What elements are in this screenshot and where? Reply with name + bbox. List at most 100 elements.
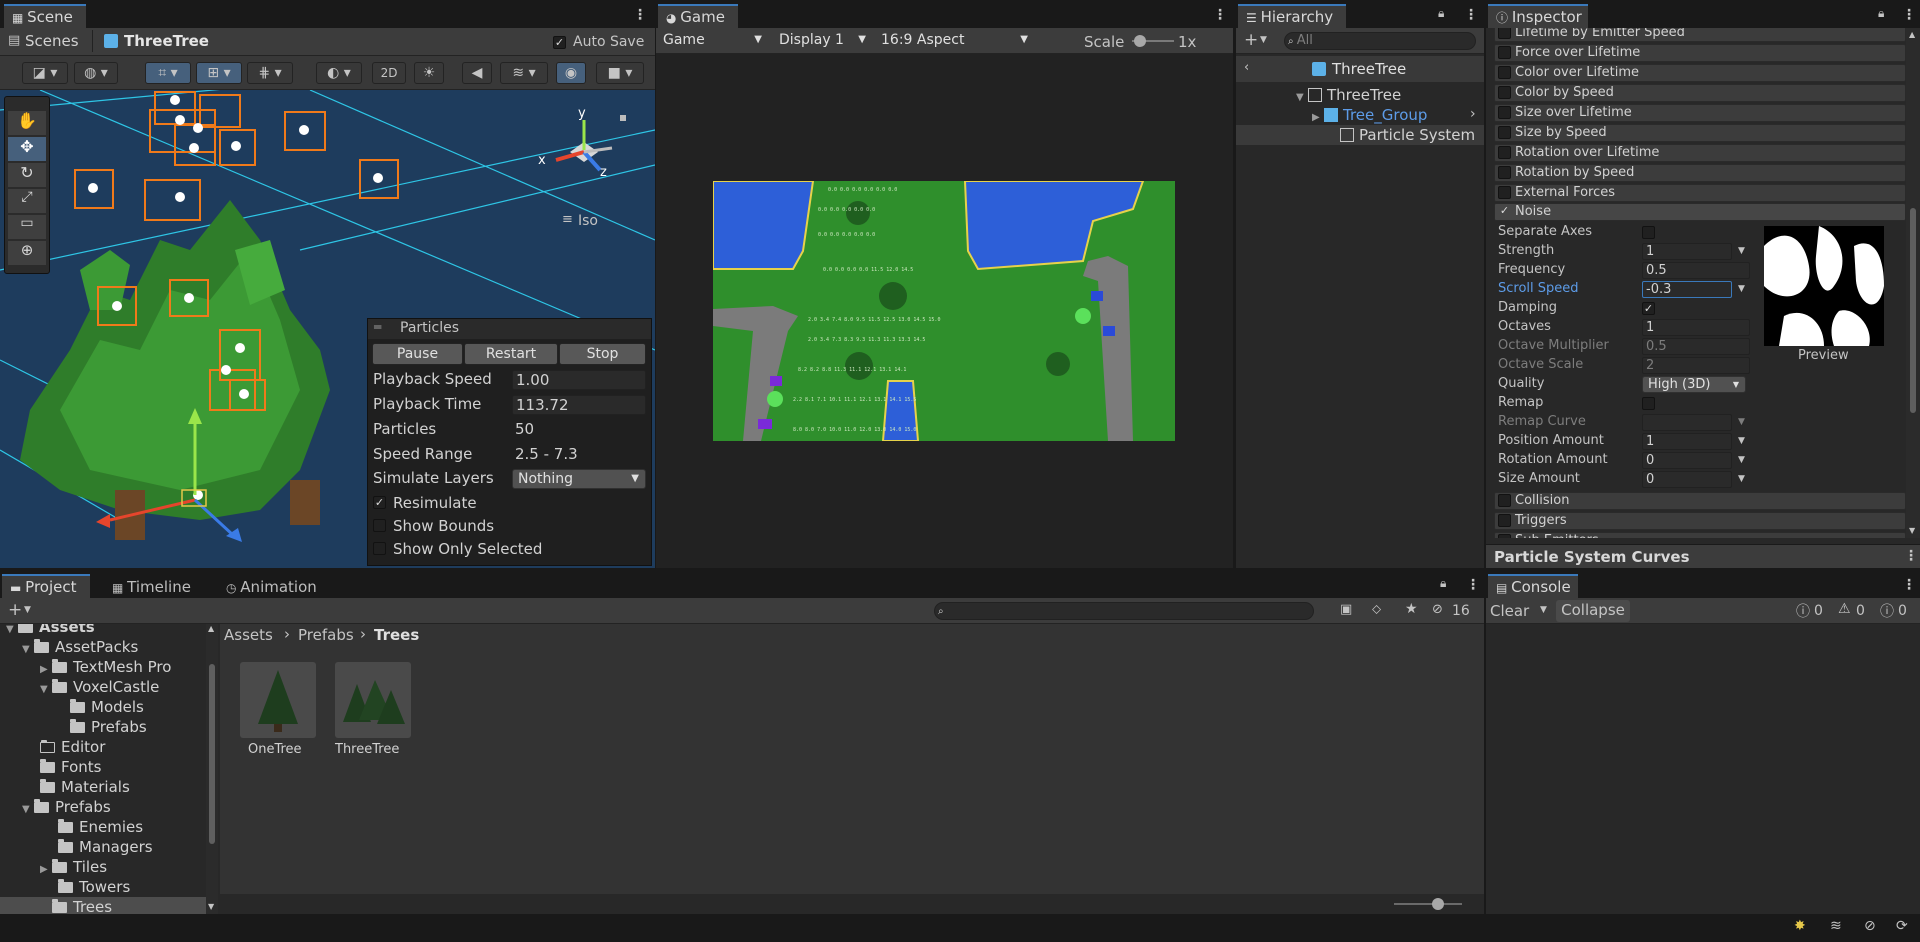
module-checkbox[interactable] bbox=[1498, 166, 1511, 179]
expand-arrow-icon[interactable]: ▶ bbox=[40, 864, 52, 875]
noise-checkbox[interactable]: ✓ bbox=[1498, 205, 1511, 218]
search-by-label-icon[interactable]: ⬦ bbox=[1372, 602, 1381, 617]
curves-menu-icon[interactable]: ⋮ bbox=[1904, 548, 1918, 564]
back-chevron-icon[interactable]: ‹ bbox=[1244, 60, 1249, 75]
scale-slider[interactable] bbox=[1132, 35, 1174, 47]
move-tool-icon[interactable]: ✥ bbox=[8, 137, 46, 161]
console-menu-icon[interactable]: ⋮ bbox=[1902, 577, 1916, 593]
tab-game[interactable]: ◕ Game bbox=[658, 4, 738, 28]
expand-arrow-icon[interactable]: ▼ bbox=[22, 644, 34, 655]
module-row[interactable]: Rotation by Speed bbox=[1494, 164, 1906, 182]
scroll-speed-curve-dropdown-icon[interactable]: ▼ bbox=[1738, 284, 1745, 294]
layers-icon[interactable]: ≋ bbox=[1830, 918, 1842, 934]
folder-trees[interactable]: Trees bbox=[40, 898, 112, 914]
folder-models[interactable]: Models bbox=[70, 698, 144, 716]
show-only-selected-checkbox[interactable] bbox=[373, 542, 386, 555]
tab-scene[interactable]: ▦ Scene bbox=[4, 4, 86, 28]
module-row[interactable]: Sub Emitters bbox=[1494, 532, 1906, 538]
add-icon[interactable]: + bbox=[8, 600, 22, 620]
project-search-input[interactable]: ⌕ bbox=[934, 602, 1314, 620]
tab-console[interactable]: ▤ Console bbox=[1488, 574, 1578, 598]
expand-arrow-icon[interactable]: ▶ bbox=[1312, 112, 1324, 123]
folder-textmesh-pro[interactable]: ▶ TextMesh Pro bbox=[40, 658, 171, 676]
module-checkbox[interactable] bbox=[1498, 126, 1511, 139]
remap-checkbox[interactable] bbox=[1642, 397, 1655, 410]
asset-tile-onetree[interactable]: OneTree bbox=[240, 662, 316, 758]
module-row[interactable]: Color by Speed bbox=[1494, 84, 1906, 102]
module-row[interactable]: Size over Lifetime bbox=[1494, 104, 1906, 122]
thumbnail-size-slider-thumb[interactable] bbox=[1432, 898, 1444, 910]
module-checkbox[interactable] bbox=[1498, 186, 1511, 199]
curves-header[interactable]: Particle System Curves ⋮ bbox=[1486, 544, 1920, 568]
clear-options-arrow-icon[interactable]: ▼ bbox=[1540, 605, 1547, 615]
hierarchy-item-threetree[interactable]: ▼ ThreeTree bbox=[1296, 86, 1401, 104]
rotation-amount-field[interactable]: 0 bbox=[1642, 452, 1732, 469]
scroll-speed-field[interactable]: -0.3 bbox=[1642, 281, 1732, 298]
add-icon[interactable]: + bbox=[1244, 30, 1258, 50]
module-checkbox[interactable] bbox=[1498, 28, 1511, 39]
folder-assetpacks[interactable]: ▼ AssetPacks bbox=[22, 638, 138, 656]
project-menu-icon[interactable]: ⋮ bbox=[1466, 577, 1480, 593]
add-dropdown-arrow-icon[interactable]: ▼ bbox=[1260, 35, 1267, 45]
scene-viewport[interactable]: y x z ≡ Iso ✋ ✥ ↻ ⤢ ▭ ⊕ ═ Particles Paus… bbox=[0, 90, 655, 568]
position-amount-dropdown-icon[interactable]: ▼ bbox=[1738, 436, 1745, 446]
module-noise[interactable]: ✓ Noise bbox=[1494, 203, 1906, 221]
folder-tree-scrollbar[interactable]: ▲ ▼ bbox=[206, 624, 218, 914]
hierarchy-item-particle-system[interactable]: Particle System bbox=[1328, 126, 1475, 144]
stop-button[interactable]: Stop bbox=[559, 343, 646, 365]
module-row[interactable]: Color over Lifetime bbox=[1494, 64, 1906, 82]
folder-voxel-prefabs[interactable]: Prefabs bbox=[70, 718, 147, 736]
iso-label[interactable]: Iso bbox=[578, 213, 598, 229]
asset-tile-threetree[interactable]: ThreeTree bbox=[335, 662, 411, 758]
simulate-layers-dropdown[interactable]: Nothing ▼ bbox=[512, 469, 646, 489]
folder-fonts[interactable]: Fonts bbox=[40, 758, 101, 776]
folder-managers[interactable]: Managers bbox=[58, 838, 153, 856]
rotate-tool-icon[interactable]: ↻ bbox=[8, 163, 46, 187]
lighting-toggle-icon[interactable]: ☀ bbox=[414, 62, 444, 84]
breadcrumb-trees[interactable]: Trees bbox=[374, 626, 419, 644]
module-row[interactable]: Size by Speed bbox=[1494, 124, 1906, 142]
game-mode-dropdown[interactable]: Game ▼ bbox=[658, 30, 768, 52]
octaves-field[interactable]: 1 bbox=[1642, 319, 1750, 336]
snap-toggle[interactable]: ⌗ ▾ bbox=[145, 62, 191, 84]
module-checkbox[interactable] bbox=[1498, 106, 1511, 119]
quality-dropdown[interactable]: High (3D) ▼ bbox=[1642, 376, 1746, 393]
game-menu-icon[interactable]: ⋮ bbox=[1213, 7, 1227, 23]
aspect-dropdown[interactable]: 16:9 Aspect ▼ bbox=[876, 30, 1034, 52]
size-amount-dropdown-icon[interactable]: ▼ bbox=[1738, 474, 1745, 484]
inspector-scrollbar[interactable]: ▲ ▼ bbox=[1906, 28, 1920, 538]
module-checkbox[interactable] bbox=[1498, 494, 1511, 507]
scrollbar-thumb[interactable] bbox=[1910, 208, 1916, 413]
drag-handle-icon[interactable]: ═ bbox=[374, 320, 381, 334]
scrollbar-down-icon[interactable]: ▼ bbox=[208, 902, 214, 911]
thumbnail-size-slider[interactable] bbox=[1394, 898, 1462, 910]
module-checkbox[interactable] bbox=[1498, 514, 1511, 527]
restart-button[interactable]: Restart bbox=[464, 343, 558, 365]
lock-icon[interactable]: 🔒︎ bbox=[1440, 576, 1446, 591]
hierarchy-menu-icon[interactable]: ⋮ bbox=[1464, 7, 1478, 23]
add-dropdown-arrow-icon[interactable]: ▼ bbox=[24, 605, 31, 615]
folder-tiles[interactable]: ▶ Tiles bbox=[40, 858, 107, 876]
effects-dropdown[interactable]: ≋ ▾ bbox=[500, 62, 548, 84]
damping-checkbox[interactable]: ✓ bbox=[1642, 302, 1655, 315]
hand-tool-icon[interactable]: ✋ bbox=[8, 111, 46, 135]
show-bounds-checkbox[interactable] bbox=[373, 519, 386, 532]
resimulate-checkbox[interactable]: ✓ bbox=[373, 496, 386, 509]
scale-slider-thumb[interactable] bbox=[1134, 35, 1146, 47]
module-checkbox[interactable] bbox=[1498, 86, 1511, 99]
expand-arrow-icon[interactable]: ▼ bbox=[22, 804, 34, 815]
toggle-2d-button[interactable]: 2D bbox=[372, 62, 406, 84]
inspector-menu-icon[interactable]: ⋮ bbox=[1902, 7, 1916, 23]
collapse-button[interactable]: Collapse bbox=[1556, 600, 1630, 622]
module-row[interactable]: Lifetime by Emitter Speed bbox=[1494, 28, 1906, 42]
rect-tool-icon[interactable]: ▭ bbox=[8, 215, 46, 239]
lock-icon[interactable]: 🔒︎ bbox=[1878, 6, 1884, 21]
module-row[interactable]: Triggers bbox=[1494, 512, 1906, 530]
tab-project[interactable]: ▬ Project bbox=[2, 574, 90, 598]
hierarchy-search-input[interactable]: ⌕ All bbox=[1284, 32, 1476, 50]
scene-menu-icon[interactable]: ⋮ bbox=[633, 7, 647, 23]
info-count-icon[interactable]: ⓘ bbox=[1796, 601, 1810, 621]
favorite-star-icon[interactable]: ★ bbox=[1405, 601, 1418, 617]
breadcrumb-prefab[interactable]: ThreeTree bbox=[124, 32, 209, 50]
module-checkbox[interactable] bbox=[1498, 46, 1511, 59]
